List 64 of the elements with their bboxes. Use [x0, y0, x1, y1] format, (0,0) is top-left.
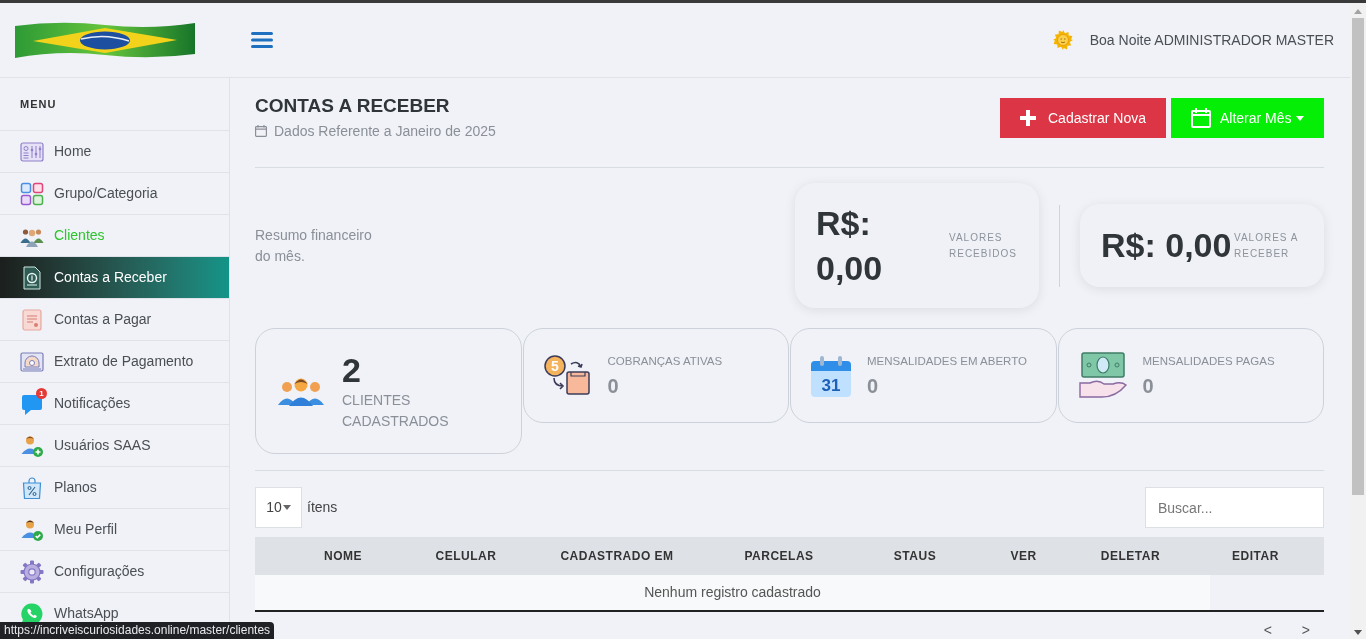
summary-text: Resumo financeiro do mês. [255, 225, 373, 266]
calendar-icon [1191, 108, 1211, 128]
page-title: CONTAS A RECEBER [255, 94, 451, 118]
next-page-button[interactable]: > [1301, 624, 1310, 636]
stat-value: 2 [342, 350, 362, 390]
sidebar-item[interactable]: Contas a Pagar [0, 298, 229, 340]
sidebar-item[interactable]: Planos [0, 466, 229, 508]
sidebar-item[interactable]: Contas a Receber [0, 256, 229, 298]
amount-value: R$: 0,00 [816, 202, 884, 289]
greeting-text: Boa Noite ADMINISTRADOR MASTER [1089, 30, 1334, 50]
coin-document-icon [20, 265, 44, 290]
cash-hand-icon [1078, 351, 1127, 400]
sidebar-item[interactable]: Home [0, 130, 229, 172]
receipt-icon [20, 307, 44, 332]
page-size-select[interactable]: 10 [255, 487, 302, 528]
stat-label: CLIENTES CADASTRADOS [342, 391, 450, 431]
sidebar-item[interactable]: Usuários SAAS [0, 424, 229, 466]
stat-value: 0 [867, 373, 880, 399]
sidebar-item[interactable]: Configurações [0, 550, 229, 592]
column-header: EDITAR [1232, 548, 1279, 565]
menu-icon[interactable] [251, 32, 273, 48]
stat-label: MENSALIDADES PAGAS [1142, 353, 1275, 369]
link-url-tooltip: https://incriveiscuriosidades.online/master/clientes [0, 622, 275, 639]
shopping-bag-percent-icon [20, 475, 44, 500]
sidebar-item[interactable]: Meu Perfil [0, 508, 229, 550]
plus-icon [1020, 110, 1036, 126]
column-header: CELULAR [435, 548, 497, 565]
sidebar-item[interactable]: Extrato de Pagamento [0, 340, 229, 382]
column-header: NOME [324, 548, 362, 565]
stat-label: COBRANÇAS ATIVAS [607, 353, 723, 369]
sidebar-item[interactable]: 1 Notificações [0, 382, 229, 424]
calendar-icon [255, 125, 267, 137]
stat-label: MENSALIDADES EM ABERTO [867, 353, 1027, 369]
column-header: VER [1010, 548, 1037, 565]
column-header: CADASTRADO EM [560, 548, 674, 565]
search-field[interactable]: Buscar... [1145, 487, 1324, 528]
sun-icon [1052, 30, 1073, 50]
stat-value: 0 [607, 373, 620, 399]
gear-icon [20, 559, 44, 584]
column-header: STAUS [893, 548, 937, 565]
scrollbar-thumb[interactable] [1352, 18, 1364, 495]
previous-page-button[interactable]: < [1263, 624, 1272, 636]
amount-value: R$: 0,00 [1101, 225, 1232, 266]
caret-icon [1295, 115, 1304, 121]
add-button[interactable]: Cadastrar Nova [1000, 98, 1166, 138]
amount-label: VALORES RECEBIDOS [949, 230, 1018, 261]
grid-squares-icon [20, 181, 44, 206]
people-group-icon [276, 376, 326, 406]
flag-logo[interactable] [15, 20, 195, 60]
bank-statement-icon [20, 349, 44, 374]
items-label: ítens [307, 498, 338, 517]
scroll-down-icon[interactable] [1354, 630, 1362, 635]
column-header: DELETAR [1100, 548, 1161, 565]
notification-badge: 1 [36, 387, 47, 399]
sliders-panel-icon [20, 139, 44, 164]
scrollbar[interactable] [1350, 3, 1366, 639]
caret-icon [282, 505, 291, 510]
empty-message: Nenhum registro cadastrado [255, 575, 1210, 610]
stat-value: 0 [1142, 373, 1155, 399]
sidebar-item[interactable]: Grupo/Categoria [0, 172, 229, 214]
amount-label: VALORES A RECEBER [1234, 230, 1299, 261]
menu-heading: MENU [20, 96, 57, 112]
column-header: PARCELAS [744, 548, 814, 565]
page-subtitle: Dados Referente a Janeiro de 2025 [274, 122, 496, 140]
